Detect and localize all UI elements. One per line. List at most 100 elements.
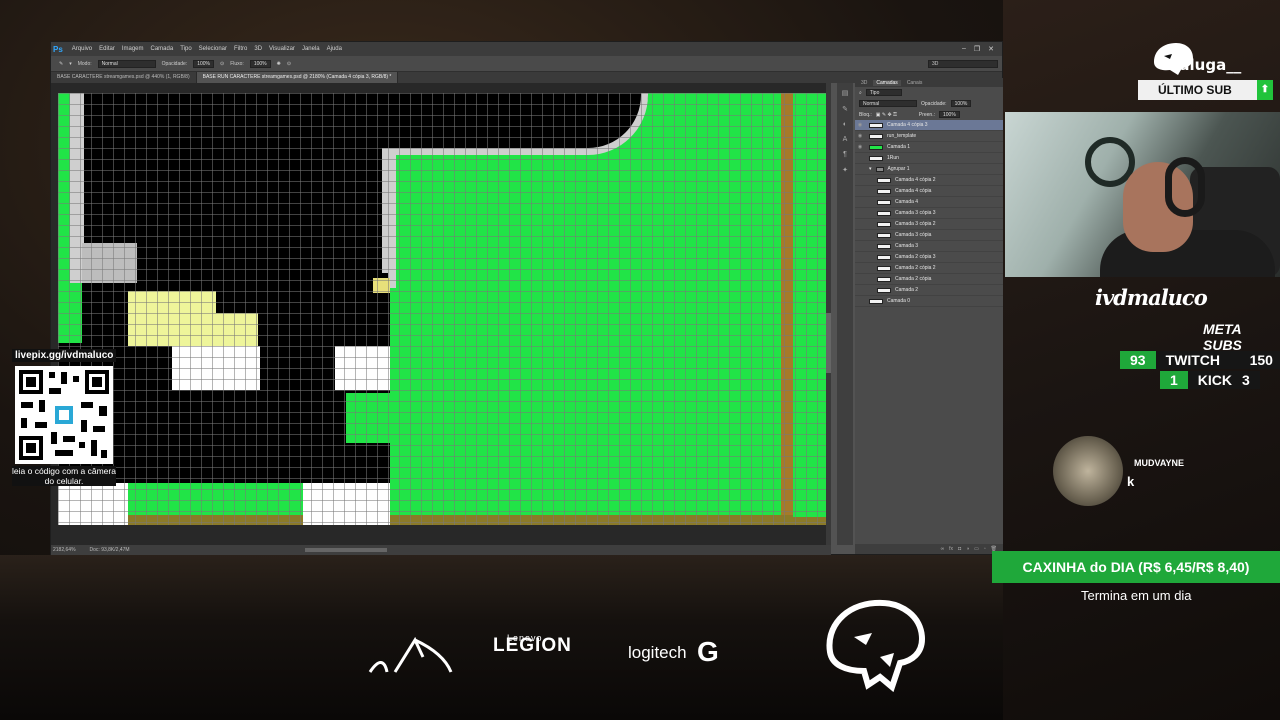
layer-item[interactable]: Camada 2 <box>855 285 1003 296</box>
tab-base-caractere[interactable]: BASE CARACTERE streamgames.psd @ 440% (1… <box>51 72 197 83</box>
blend-mode-select[interactable]: Normal <box>859 100 917 107</box>
menu-editar[interactable]: Editar <box>99 46 115 52</box>
flow-field[interactable]: 100% <box>249 59 271 68</box>
streamer-name: ivdmaluco <box>1095 285 1208 310</box>
zoom-readout[interactable]: 2182,64% <box>53 547 76 553</box>
menu-3d[interactable]: 3D <box>254 46 262 52</box>
kick-goal: 3 <box>1242 371 1260 389</box>
pressure-size-icon[interactable]: ⊙ <box>287 61 291 67</box>
new-layer-icon[interactable]: ▫ <box>984 546 986 552</box>
layer-item[interactable]: Camada 3 cópia 2 <box>855 219 1003 230</box>
layer-item[interactable]: Camada 2 cópia <box>855 274 1003 285</box>
layer-item[interactable]: Camada 4 <box>855 197 1003 208</box>
layer-item[interactable]: Camada 3 cópia <box>855 230 1003 241</box>
layer-item[interactable]: Camada 2 cópia 3 <box>855 252 1003 263</box>
layer-thumbnail <box>877 287 891 293</box>
menu-bar: Ps Arquivo Editar Imagem Camada Tipo Sel… <box>51 42 1002 56</box>
layer-name: Camada 2 cópia 3 <box>895 254 936 260</box>
layer-group-item[interactable]: ▾ Agrupar 1 <box>855 164 1003 175</box>
menu-camada[interactable]: Camada <box>151 46 174 52</box>
layer-item[interactable]: 1Run <box>855 153 1003 164</box>
minimize-icon[interactable]: – <box>962 45 966 53</box>
twitch-current: 93 <box>1120 351 1156 369</box>
chat-message: k <box>1127 474 1135 489</box>
layers-panel-footer: ∞ fx ◘ ◑ ▭ ▫ 🗑 <box>855 544 1003 554</box>
vertical-scrollbar[interactable] <box>826 83 831 545</box>
layer-thumbnail <box>877 177 891 183</box>
layer-item[interactable]: Camada 4 cópia 2 <box>855 175 1003 186</box>
horizontal-scrollbar[interactable] <box>305 548 387 552</box>
last-sub-badge: ÚLTIMO SUB ⬆ <box>1138 80 1273 100</box>
layer-item[interactable]: Camada 3 cópia 3 <box>855 208 1003 219</box>
menu-tipo[interactable]: Tipo <box>180 46 191 52</box>
layer-item[interactable]: ◉ Camada 1 <box>855 142 1003 153</box>
eye-icon[interactable]: ◉ <box>855 122 865 128</box>
layer-thumbnail <box>869 155 883 161</box>
brush-tool-icon[interactable]: ✎ <box>59 61 63 67</box>
chevron-down-icon[interactable]: ▾ <box>869 166 872 172</box>
history-icon[interactable]: ▤ <box>842 89 849 97</box>
menu-visualizar[interactable]: Visualizar <box>269 46 295 52</box>
folder-icon[interactable]: ▭ <box>974 546 979 552</box>
airbrush-icon[interactable]: ✺ <box>277 61 281 67</box>
brush-panel-icon[interactable]: ✎ <box>842 105 848 113</box>
canvas-area[interactable] <box>51 83 831 545</box>
kick-current: 1 <box>1160 371 1188 389</box>
pixel-canvas[interactable] <box>58 93 826 525</box>
link-icon[interactable]: ∞ <box>941 546 945 552</box>
tool-preset-icon[interactable]: ✦ <box>842 166 848 174</box>
menu-ajuda[interactable]: Ajuda <box>327 46 342 52</box>
layer-name: Camada 3 cópia <box>895 232 932 238</box>
adjust-icon[interactable]: ◐ <box>843 121 847 128</box>
layer-item[interactable]: Camada 3 <box>855 241 1003 252</box>
tab-3d[interactable]: 3D <box>861 80 867 86</box>
layer-item[interactable]: ◉ Camada 4 cópia 3 <box>855 120 1003 131</box>
layer-item[interactable]: Camada 4 cópia <box>855 186 1003 197</box>
layer-name: Camada 3 cópia 3 <box>895 210 936 216</box>
layer-item[interactable]: Camada 0 <box>855 296 1003 307</box>
menu-arquivo[interactable]: Arquivo <box>72 46 92 52</box>
pressure-opacity-icon[interactable]: ⊙ <box>220 61 224 67</box>
layer-item[interactable]: ◉ run_template <box>855 131 1003 142</box>
sponsor-logo-icon <box>368 636 453 673</box>
menu-selecionar[interactable]: Selecionar <box>199 46 227 52</box>
close-icon[interactable]: ✕ <box>988 45 994 53</box>
layer-name: Camada 0 <box>887 298 911 304</box>
eye-icon[interactable]: ◉ <box>855 133 865 139</box>
lock-label: Bloq.: <box>859 111 872 118</box>
lock-icon[interactable]: ▣ ✎ ✥ ⚿ <box>876 112 897 118</box>
menu-filtro[interactable]: Filtro <box>234 46 247 52</box>
lock-row: Bloq.: ▣ ✎ ✥ ⚿ Preen.: 100% <box>855 109 1003 120</box>
opacity-field[interactable]: 100% <box>193 59 214 68</box>
pixel-grid <box>58 93 826 525</box>
menu-janela[interactable]: Janela <box>302 46 320 52</box>
layer-thumbnail <box>877 254 891 260</box>
mask-icon[interactable]: ◘ <box>958 546 961 552</box>
donation-goal-subtitle: Termina em um dia <box>1081 588 1192 603</box>
search-icon: ⌕ <box>859 89 862 96</box>
layer-filter-select[interactable]: Tipo <box>865 89 902 96</box>
fx-icon[interactable]: fx <box>949 546 953 552</box>
layer-name: Camada 1 <box>887 144 911 150</box>
mode-select[interactable]: Normal <box>97 59 156 68</box>
adjustment-layer-icon[interactable]: ◑ <box>966 546 969 552</box>
qr-hint: leia o código com a câmera do celular. <box>12 466 116 486</box>
brush-preset-icon[interactable]: ▾ <box>69 61 72 67</box>
fill-field[interactable]: 100% <box>939 111 960 118</box>
workspace-select[interactable]: 3D <box>928 59 998 68</box>
tab-camadas[interactable]: Camadas <box>873 79 901 86</box>
eye-icon[interactable]: ◉ <box>855 144 865 150</box>
tab-canais[interactable]: Canais <box>907 80 923 86</box>
menu-imagem[interactable]: Imagem <box>122 46 144 52</box>
tab-base-run-caractere[interactable]: BASE RUN CARACTERE streamgames.psd @ 218… <box>196 72 399 83</box>
paragraph-icon[interactable]: ¶ <box>843 151 847 158</box>
character-icon[interactable]: A <box>843 136 848 143</box>
arrow-up-icon: ⬆ <box>1257 80 1273 100</box>
lenovo-legion-logo: Lenovo LEGION <box>493 633 572 657</box>
layer-opacity-field[interactable]: 100% <box>950 100 972 107</box>
layer-item[interactable]: Camada 2 cópia 2 <box>855 263 1003 274</box>
restore-icon[interactable]: ❐ <box>974 45 980 53</box>
meta-subs-label: META SUBS <box>1203 321 1242 353</box>
layer-thumbnail <box>869 133 883 139</box>
layer-name: Camada 4 cópia 3 <box>887 122 928 128</box>
